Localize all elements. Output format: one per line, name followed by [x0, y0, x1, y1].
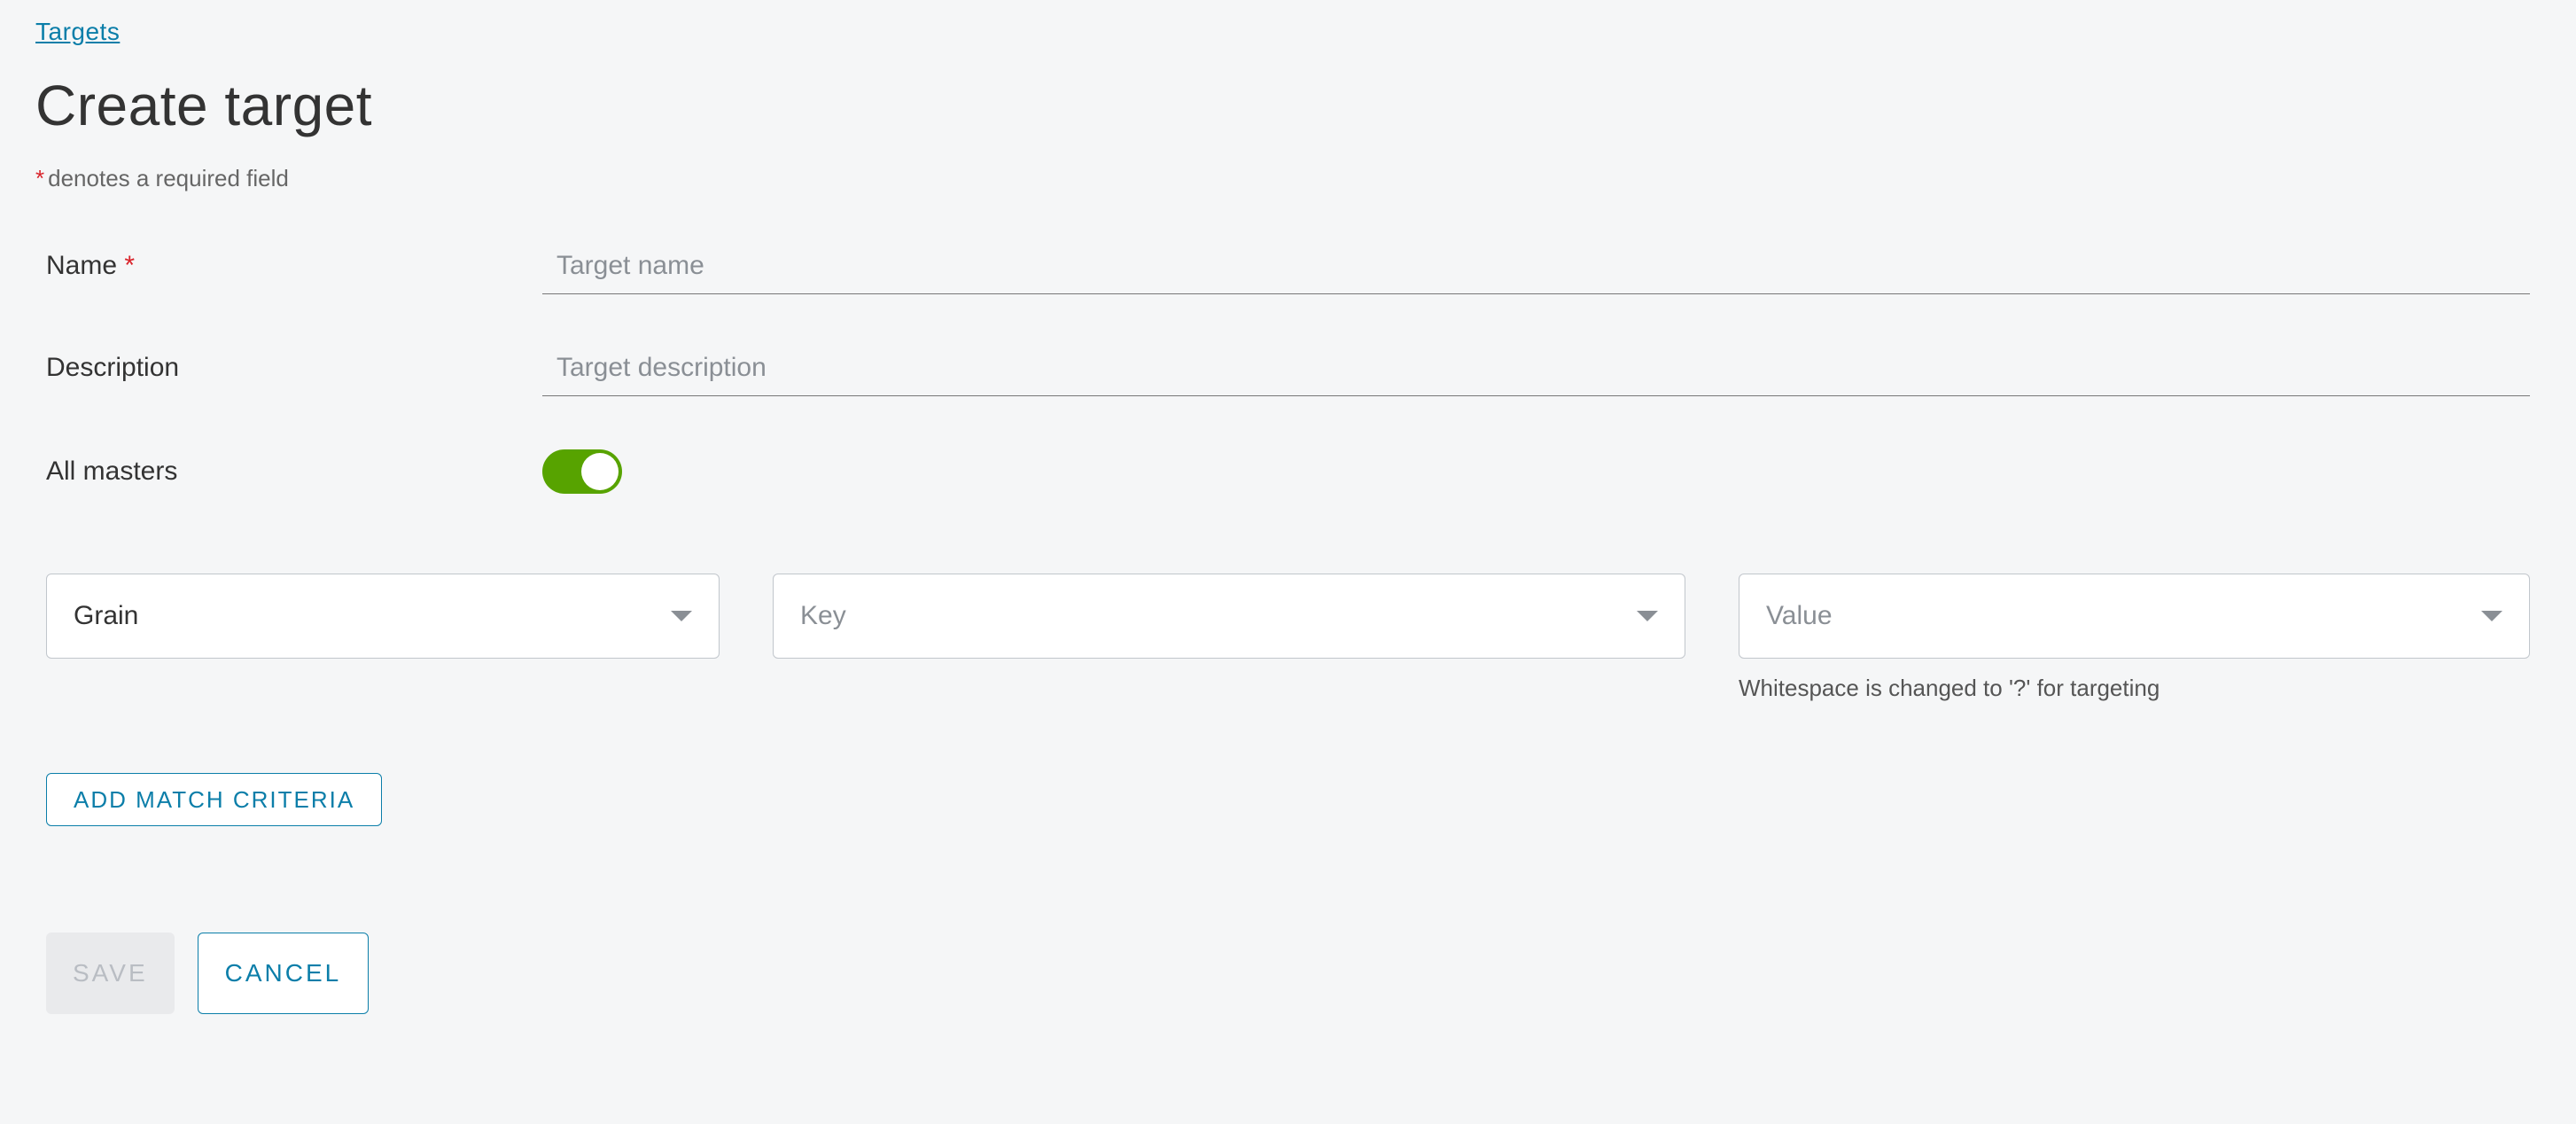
all-masters-label: All masters	[46, 457, 542, 487]
required-field-note: *denotes a required field	[35, 165, 2541, 192]
name-input[interactable]	[542, 246, 2530, 294]
form-actions: SAVE CANCEL	[46, 933, 2530, 1014]
create-target-page: Targets Create target *denotes a require…	[0, 0, 2576, 1067]
name-label: Name *	[46, 251, 542, 281]
all-masters-toggle[interactable]	[542, 449, 622, 494]
target-form: Name * Description All masters	[35, 246, 2541, 1014]
description-row: Description	[46, 347, 2530, 396]
all-masters-input-cell	[542, 449, 2530, 494]
criteria-type-col: Grain	[46, 574, 720, 702]
add-criteria-wrap: ADD MATCH CRITERIA	[46, 773, 2530, 826]
all-masters-row: All masters	[46, 449, 2530, 494]
criteria-value-helper: Whitespace is changed to '?' for targeti…	[1739, 675, 2530, 702]
toggle-knob-icon	[581, 453, 619, 490]
match-criteria-row: Grain Key Value Whitespace is changed to…	[46, 574, 2530, 702]
criteria-key-col: Key	[773, 574, 1685, 702]
criteria-key-placeholder: Key	[800, 601, 846, 631]
chevron-down-icon	[2481, 611, 2502, 621]
criteria-key-select[interactable]: Key	[773, 574, 1685, 659]
criteria-value-col: Value Whitespace is changed to '?' for t…	[1739, 574, 2530, 702]
criteria-type-value: Grain	[74, 601, 138, 631]
name-label-text: Name	[46, 251, 117, 280]
criteria-value-placeholder: Value	[1766, 601, 1833, 631]
description-input[interactable]	[542, 347, 2530, 396]
add-match-criteria-button[interactable]: ADD MATCH CRITERIA	[46, 773, 382, 826]
save-button: SAVE	[46, 933, 175, 1014]
required-asterisk-icon: *	[35, 165, 44, 191]
required-asterisk-icon: *	[124, 251, 135, 280]
cancel-button[interactable]: CANCEL	[198, 933, 370, 1014]
criteria-type-select[interactable]: Grain	[46, 574, 720, 659]
description-label: Description	[46, 353, 542, 383]
required-note-text: denotes a required field	[48, 165, 289, 191]
breadcrumb-targets-link[interactable]: Targets	[35, 18, 120, 45]
name-input-cell	[542, 246, 2530, 294]
description-input-cell	[542, 347, 2530, 396]
criteria-value-select[interactable]: Value	[1739, 574, 2530, 659]
page-title: Create target	[35, 73, 2541, 138]
name-row: Name *	[46, 246, 2530, 294]
chevron-down-icon	[1637, 611, 1658, 621]
chevron-down-icon	[671, 611, 692, 621]
